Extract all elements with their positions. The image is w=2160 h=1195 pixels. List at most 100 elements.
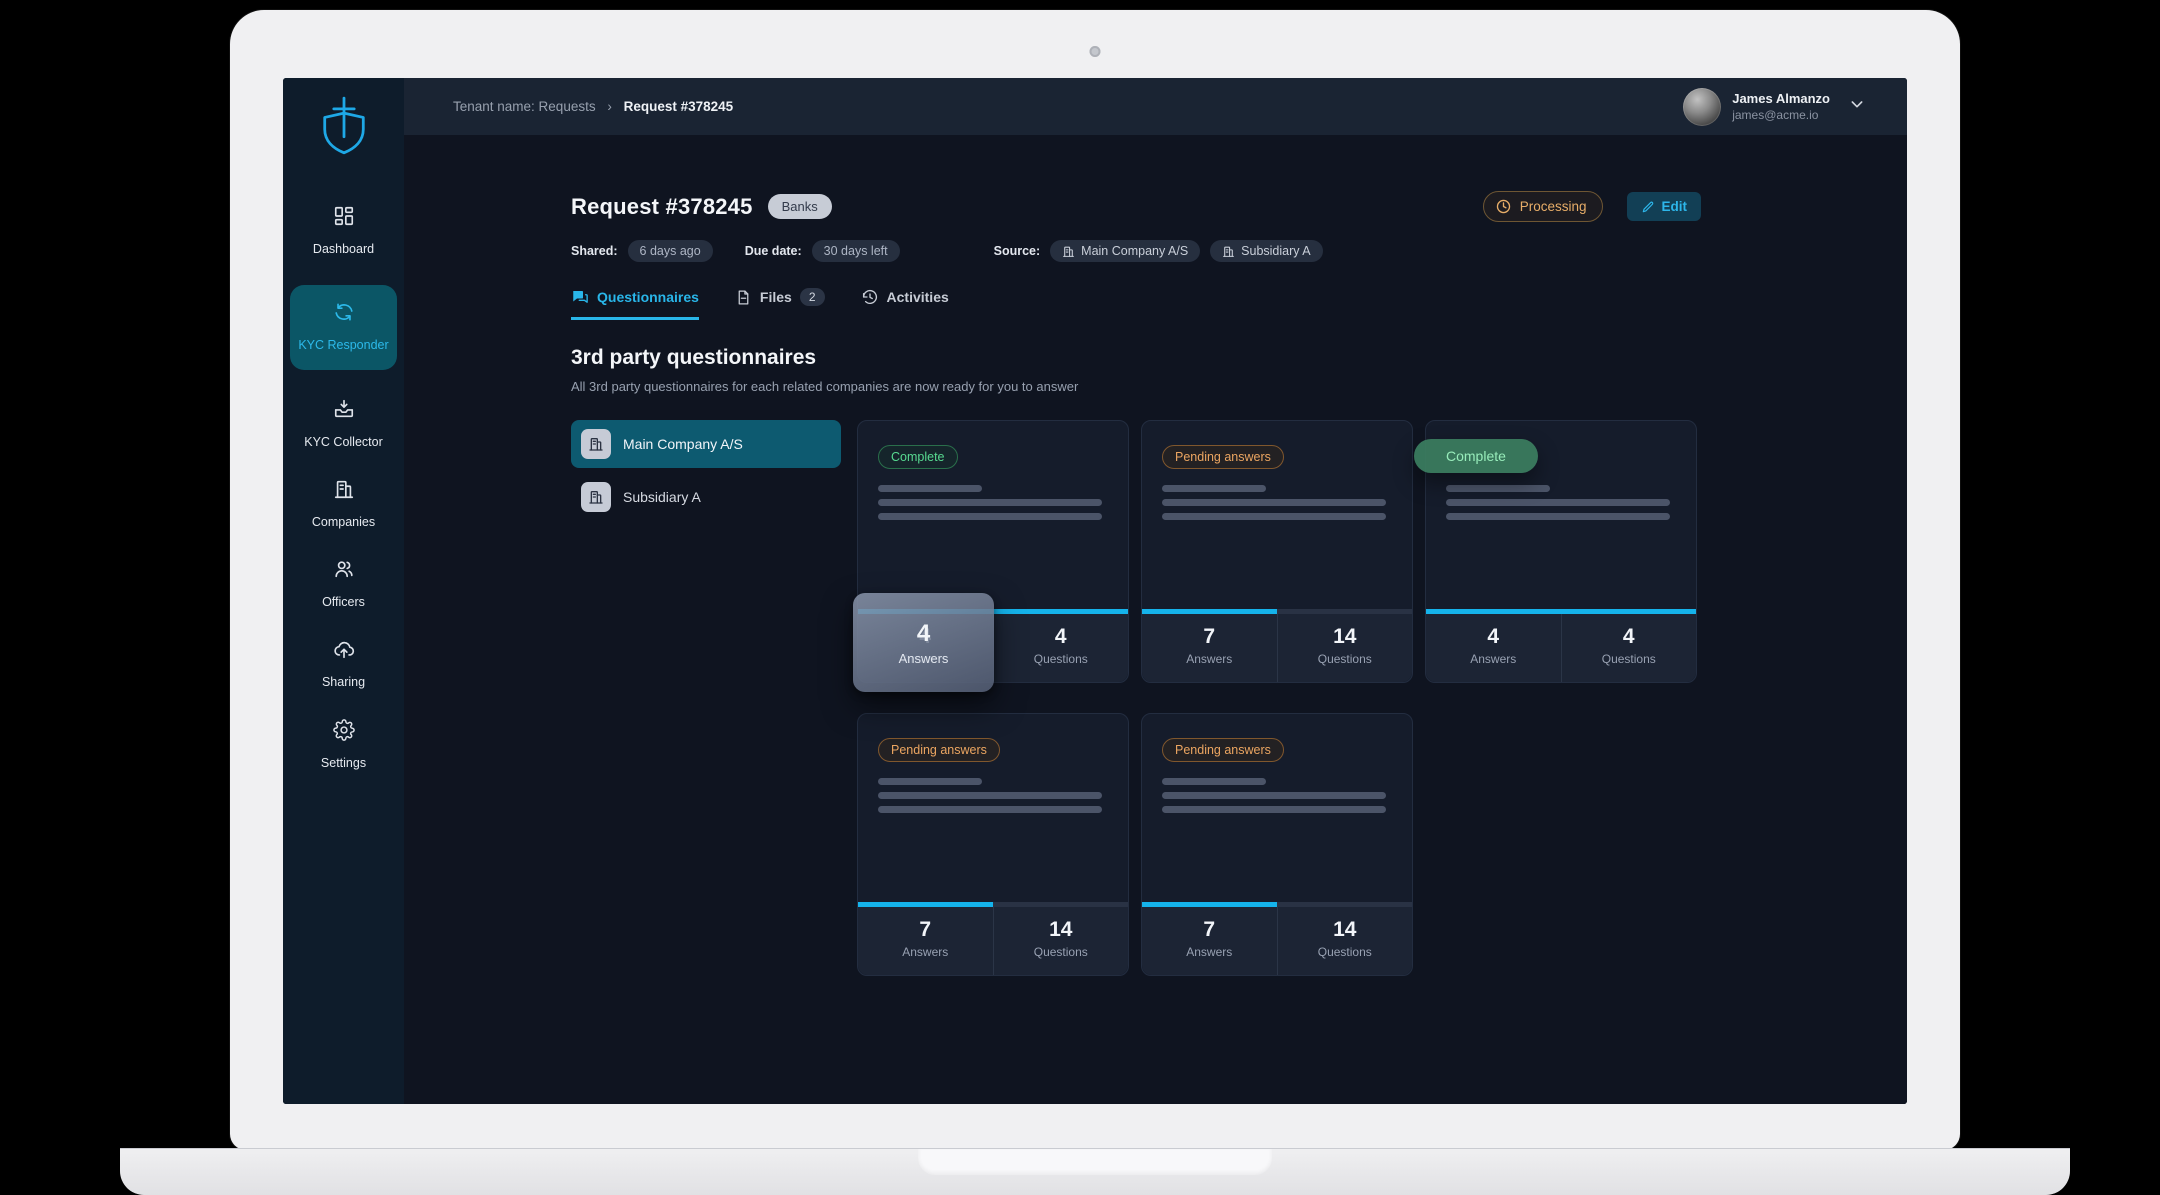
skeleton-line: [1446, 485, 1550, 492]
logo-shield-sword-icon[interactable]: [317, 96, 371, 161]
sidebar-item-label: KYC Responder: [298, 337, 388, 353]
company-item-main-company[interactable]: Main Company A/S: [571, 420, 841, 468]
skeleton-line: [878, 485, 982, 492]
questionnaire-card[interactable]: Pending answers 7Answers: [1141, 420, 1413, 683]
skeleton-line: [1446, 513, 1670, 520]
shared-value: 6 days ago: [628, 240, 713, 262]
answers-cell-hover-overlay[interactable]: 4 Answers: [853, 593, 994, 692]
skeleton-line: [1162, 806, 1386, 813]
chat-bubbles-icon: [571, 288, 589, 306]
avatar: [1683, 88, 1721, 126]
skeleton-line: [1162, 778, 1266, 785]
building-icon: [581, 429, 611, 459]
questions-cell: 14Questions: [993, 907, 1129, 975]
questions-cell: 4Questions: [993, 614, 1129, 682]
questionnaire-grid: Complete 4Answers: [857, 420, 1697, 976]
building-icon: [1222, 245, 1235, 258]
laptop-mockup: Dashboard KYC Responder: [0, 0, 2160, 1195]
card-footer: 7Answers 14Questions: [858, 907, 1128, 975]
main-content: Request #378245 Banks Processing: [404, 135, 1907, 1104]
skeleton-line: [1162, 792, 1386, 799]
topbar: Tenant name: Requests › Request #378245 …: [404, 78, 1907, 135]
files-count-badge: 2: [800, 288, 825, 306]
sync-arrows-icon: [333, 301, 355, 328]
history-clock-icon: [861, 288, 879, 306]
sidebar-item-label: KYC Collector: [304, 434, 383, 450]
answers-cell: 7Answers: [1142, 614, 1277, 682]
company-name: Subsidiary A: [623, 489, 701, 505]
tab-questionnaires[interactable]: Questionnaires: [571, 288, 699, 320]
page-title: Request #378245: [571, 194, 753, 220]
card-footer: 7Answers 14Questions: [1142, 907, 1412, 975]
questions-cell: 4Questions: [1561, 614, 1697, 682]
questions-cell: 14Questions: [1277, 614, 1413, 682]
questions-cell: 14Questions: [1277, 907, 1413, 975]
source-chip: Main Company A/S: [1050, 240, 1200, 262]
questionnaire-card[interactable]: Pending answers 7Answers: [1141, 713, 1413, 976]
sidebar-item-sharing[interactable]: Sharing: [290, 638, 397, 690]
skeleton-line: [878, 792, 1102, 799]
user-email: james@acme.io: [1732, 108, 1830, 122]
sidebar-item-dashboard[interactable]: Dashboard: [290, 205, 397, 257]
breadcrumb: Tenant name: Requests › Request #378245: [453, 99, 733, 114]
skeleton-line: [878, 513, 1102, 520]
sidebar-item-label: Sharing: [322, 674, 365, 690]
sidebar-item-officers[interactable]: Officers: [290, 558, 397, 610]
sidebar-item-companies[interactable]: Companies: [290, 478, 397, 530]
laptop-base: [120, 1148, 2070, 1195]
shared-label: Shared:: [571, 244, 618, 258]
breadcrumb-current: Request #378245: [624, 99, 734, 114]
user-name: James Almanzo: [1732, 91, 1830, 106]
cloud-upload-icon: [333, 638, 355, 665]
sidebar-item-kyc-responder[interactable]: KYC Responder: [290, 285, 397, 369]
sidebar-item-settings[interactable]: Settings: [290, 719, 397, 771]
clock-icon: [1495, 198, 1512, 215]
answers-cell: 7Answers: [858, 907, 993, 975]
skeleton-line: [878, 806, 1102, 813]
due-date-value: 30 days left: [812, 240, 900, 262]
status-badge: Pending answers: [1162, 445, 1284, 469]
status-badge: Complete: [878, 445, 958, 469]
dashboard-grid-icon: [333, 205, 355, 232]
skeleton-line: [1162, 499, 1386, 506]
edit-button[interactable]: Edit: [1627, 192, 1702, 221]
building-icon: [333, 478, 355, 505]
source-label: Source:: [994, 244, 1041, 258]
section-subtitle: All 3rd party questionnaires for each re…: [571, 379, 1701, 394]
tab-activities[interactable]: Activities: [861, 288, 949, 320]
sidebar-item-kyc-collector[interactable]: KYC Collector: [290, 398, 397, 450]
questionnaire-card[interactable]: 4Answers 4Questions Complete: [1425, 420, 1697, 683]
skeleton-line: [878, 778, 982, 785]
status-badge: Pending answers: [1162, 738, 1284, 762]
card-footer: 4Answers 4Questions: [1426, 614, 1696, 682]
laptop-camera-icon: [1090, 46, 1101, 57]
skeleton-line: [1162, 485, 1266, 492]
questionnaire-card[interactable]: Pending answers 7Answers: [857, 713, 1129, 976]
sidebar-item-label: Dashboard: [313, 241, 374, 257]
questionnaire-card[interactable]: Complete 4Answers: [857, 420, 1129, 683]
laptop-notch: [918, 1149, 1272, 1175]
answers-cell: 7Answers: [1142, 907, 1277, 975]
due-date-label: Due date:: [745, 244, 802, 258]
status-badge: Pending answers: [878, 738, 1000, 762]
tab-files[interactable]: Files 2: [735, 288, 825, 320]
section-title: 3rd party questionnaires: [571, 346, 1701, 370]
sidebar-item-label: Companies: [312, 514, 375, 530]
app-screen: Dashboard KYC Responder: [283, 78, 1907, 1104]
status-badge: Processing: [1483, 191, 1603, 222]
inbox-download-icon: [333, 398, 355, 425]
answers-cell: 4Answers: [1426, 614, 1561, 682]
sidebar: Dashboard KYC Responder: [283, 78, 404, 1104]
source-chip: Subsidiary A: [1210, 240, 1322, 262]
company-list: Main Company A/S Subsidiary A: [571, 420, 841, 521]
skeleton-line: [1446, 499, 1670, 506]
laptop-shell: Dashboard KYC Responder: [230, 10, 1960, 1150]
breadcrumb-link[interactable]: Tenant name: Requests: [453, 99, 596, 114]
gear-icon: [333, 719, 355, 746]
sidebar-item-label: Officers: [322, 594, 365, 610]
company-item-subsidiary-a[interactable]: Subsidiary A: [571, 473, 841, 521]
chevron-down-icon: [1841, 96, 1865, 117]
tab-bar: Questionnaires Files 2: [571, 288, 1701, 320]
category-badge: Banks: [768, 194, 832, 219]
user-menu[interactable]: James Almanzo james@acme.io: [1683, 88, 1865, 126]
